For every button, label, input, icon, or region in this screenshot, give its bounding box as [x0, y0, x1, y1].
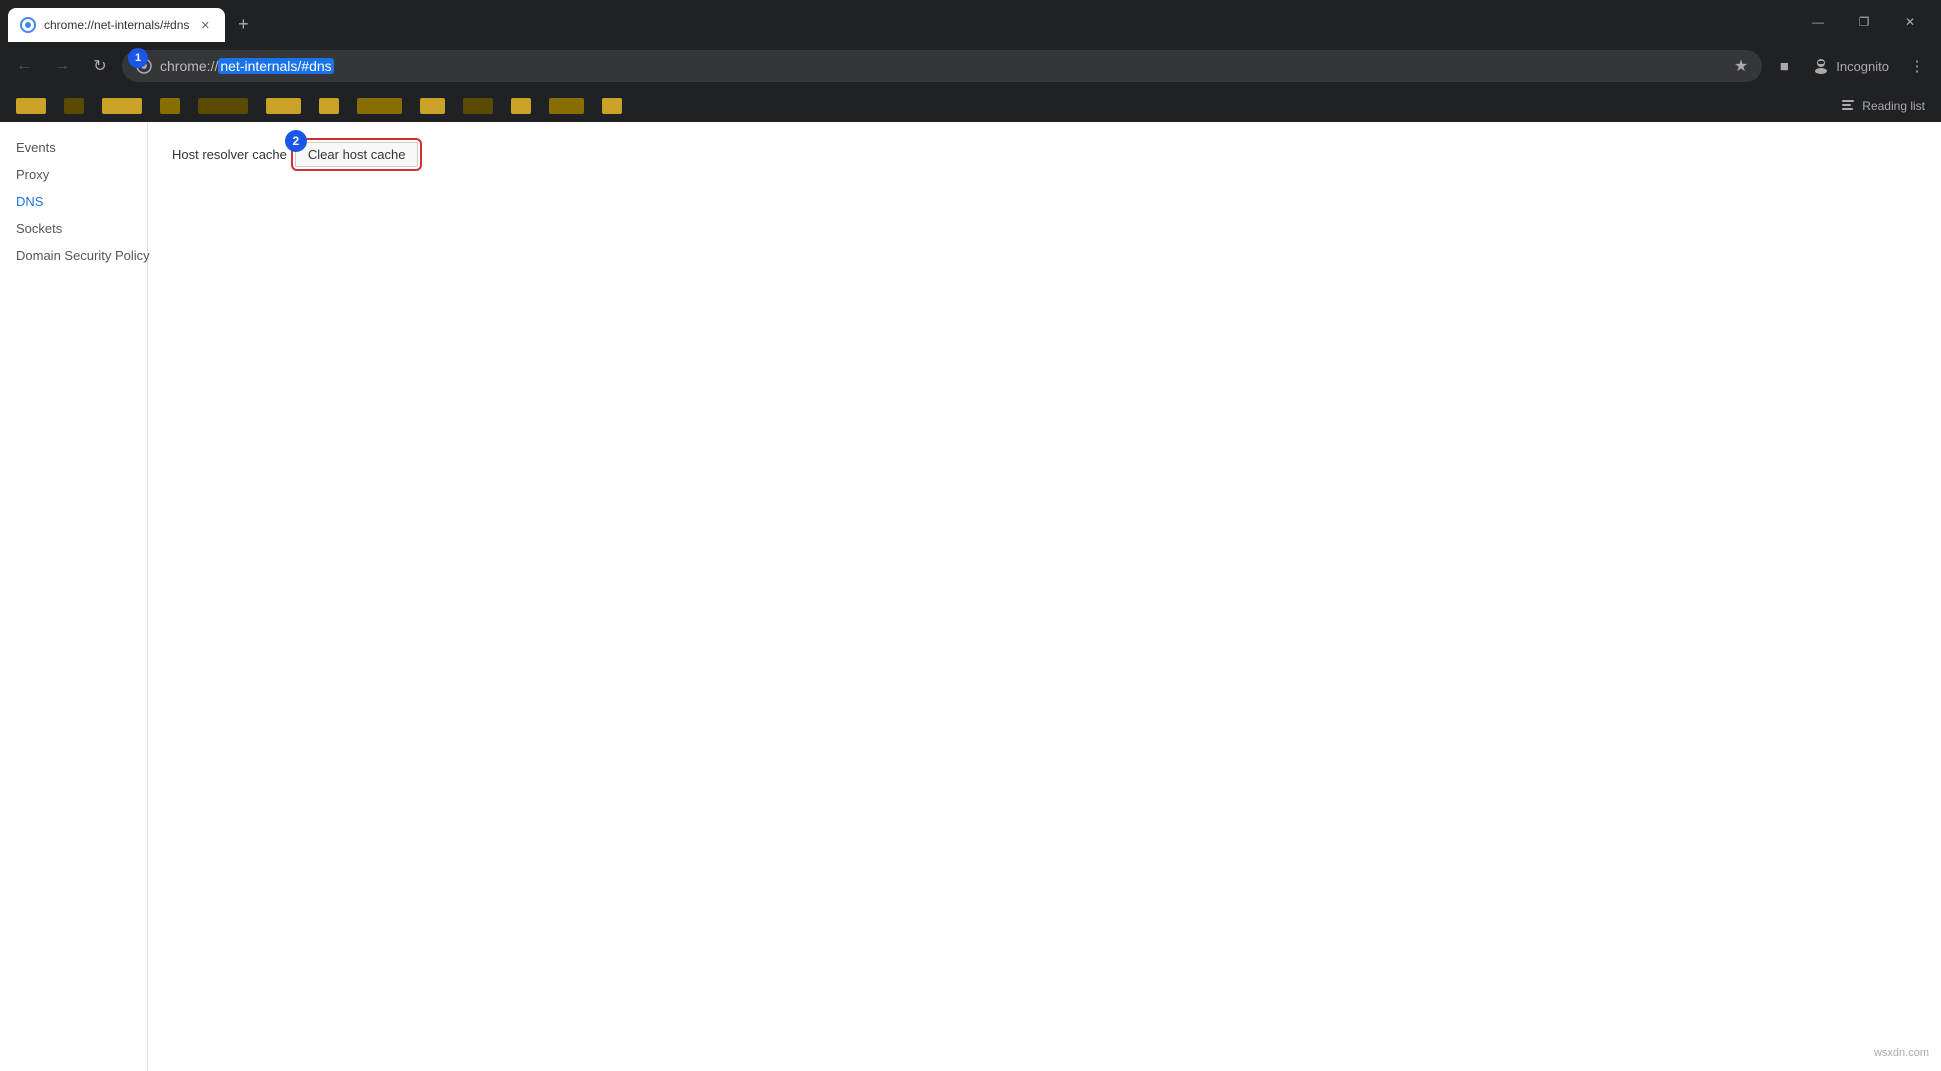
- bookmark-star-icon[interactable]: ★: [1734, 56, 1748, 76]
- bookmark-favicon-1: [16, 98, 46, 114]
- clear-host-cache-button[interactable]: Clear host cache: [295, 142, 419, 167]
- bookmark-item-8[interactable]: [349, 94, 410, 118]
- back-button[interactable]: ←: [8, 50, 40, 82]
- step-badge-1: 1: [128, 48, 148, 68]
- window-controls: — ❐ ✕: [1795, 6, 1933, 38]
- extensions-button[interactable]: ■: [1768, 50, 1800, 82]
- bookmark-favicon-2: [64, 98, 84, 114]
- bookmark-item-4[interactable]: [152, 94, 188, 118]
- address-text: chrome://net-internals/#dns: [160, 58, 1726, 74]
- bookmark-favicon-12: [549, 98, 584, 114]
- bookmark-item-10[interactable]: [455, 94, 501, 118]
- sidebar-item-dns[interactable]: DNS: [0, 188, 147, 215]
- browser-chrome: chrome://net-internals/#dns ✕ + — ❐ ✕ ← …: [0, 0, 1941, 122]
- bookmark-favicon-9: [420, 98, 445, 114]
- bookmark-favicon-11: [511, 98, 531, 114]
- incognito-label: Incognito: [1836, 59, 1889, 74]
- clear-cache-wrapper: 2 Clear host cache: [295, 142, 419, 167]
- page-content: Events Proxy DNS Sockets Domain Security…: [0, 122, 1941, 1071]
- watermark: wsxdn.com: [1874, 1047, 1929, 1059]
- bookmark-item-6[interactable]: [258, 94, 309, 118]
- tab-favicon: [20, 17, 36, 33]
- main-content: Host resolver cache 2 Clear host cache w…: [148, 122, 1941, 1071]
- bookmark-favicon-5: [198, 98, 248, 114]
- bookmark-favicon-6: [266, 98, 301, 114]
- close-button[interactable]: ✕: [1887, 6, 1933, 38]
- incognito-icon: [1812, 57, 1830, 75]
- reload-button[interactable]: ↻: [84, 50, 116, 82]
- new-tab-button[interactable]: +: [229, 10, 257, 38]
- host-resolver-label: Host resolver cache: [172, 147, 287, 162]
- bookmark-favicon-7: [319, 98, 339, 114]
- sidebar: Events Proxy DNS Sockets Domain Security…: [0, 122, 148, 1071]
- active-tab[interactable]: chrome://net-internals/#dns ✕: [8, 8, 225, 42]
- bookmark-item-9[interactable]: [412, 94, 453, 118]
- bookmark-favicon-10: [463, 98, 493, 114]
- reading-list-icon: [1840, 98, 1856, 114]
- tab-close-button[interactable]: ✕: [197, 17, 213, 33]
- bookmark-item-11[interactable]: [503, 94, 539, 118]
- incognito-button[interactable]: Incognito: [1802, 53, 1899, 79]
- sidebar-item-events[interactable]: Events: [0, 134, 147, 161]
- tab-title: chrome://net-internals/#dns: [44, 18, 189, 32]
- tab-bar: chrome://net-internals/#dns ✕ + — ❐ ✕: [0, 0, 1941, 42]
- dns-section: Host resolver cache 2 Clear host cache: [172, 142, 1917, 167]
- address-bar[interactable]: 1 chrome://net-internals/#dns ★: [122, 50, 1762, 82]
- address-bar-row: ← → ↻ 1 chrome://net-internals/#dns ★ ■: [0, 42, 1941, 90]
- toolbar-actions: ■ Incognito ⋮: [1768, 50, 1933, 82]
- step-badge-2: 2: [285, 130, 307, 152]
- bookmarks-bar: Reading list: [0, 90, 1941, 122]
- bookmark-favicon-3: [102, 98, 142, 114]
- bookmark-item-7[interactable]: [311, 94, 347, 118]
- bookmark-item-3[interactable]: [94, 94, 150, 118]
- reading-list-button[interactable]: Reading list: [1832, 94, 1933, 118]
- sidebar-item-sockets[interactable]: Sockets: [0, 215, 147, 242]
- bookmark-favicon-13: [602, 98, 622, 114]
- address-bar-badge-wrapper: 1: [136, 58, 152, 74]
- reading-list-label: Reading list: [1862, 99, 1925, 113]
- restore-button[interactable]: ❐: [1841, 6, 1887, 38]
- forward-button[interactable]: →: [46, 50, 78, 82]
- bookmark-favicon-4: [160, 98, 180, 114]
- minimize-button[interactable]: —: [1795, 6, 1841, 38]
- sidebar-item-domain-security[interactable]: Domain Security Policy: [0, 242, 147, 269]
- bookmark-item-1[interactable]: [8, 94, 54, 118]
- bookmark-item-13[interactable]: [594, 94, 630, 118]
- bookmark-item-5[interactable]: [190, 94, 256, 118]
- bookmark-item-2[interactable]: [56, 94, 92, 118]
- sidebar-item-proxy[interactable]: Proxy: [0, 161, 147, 188]
- menu-button[interactable]: ⋮: [1901, 50, 1933, 82]
- bookmark-favicon-8: [357, 98, 402, 114]
- bookmark-item-12[interactable]: [541, 94, 592, 118]
